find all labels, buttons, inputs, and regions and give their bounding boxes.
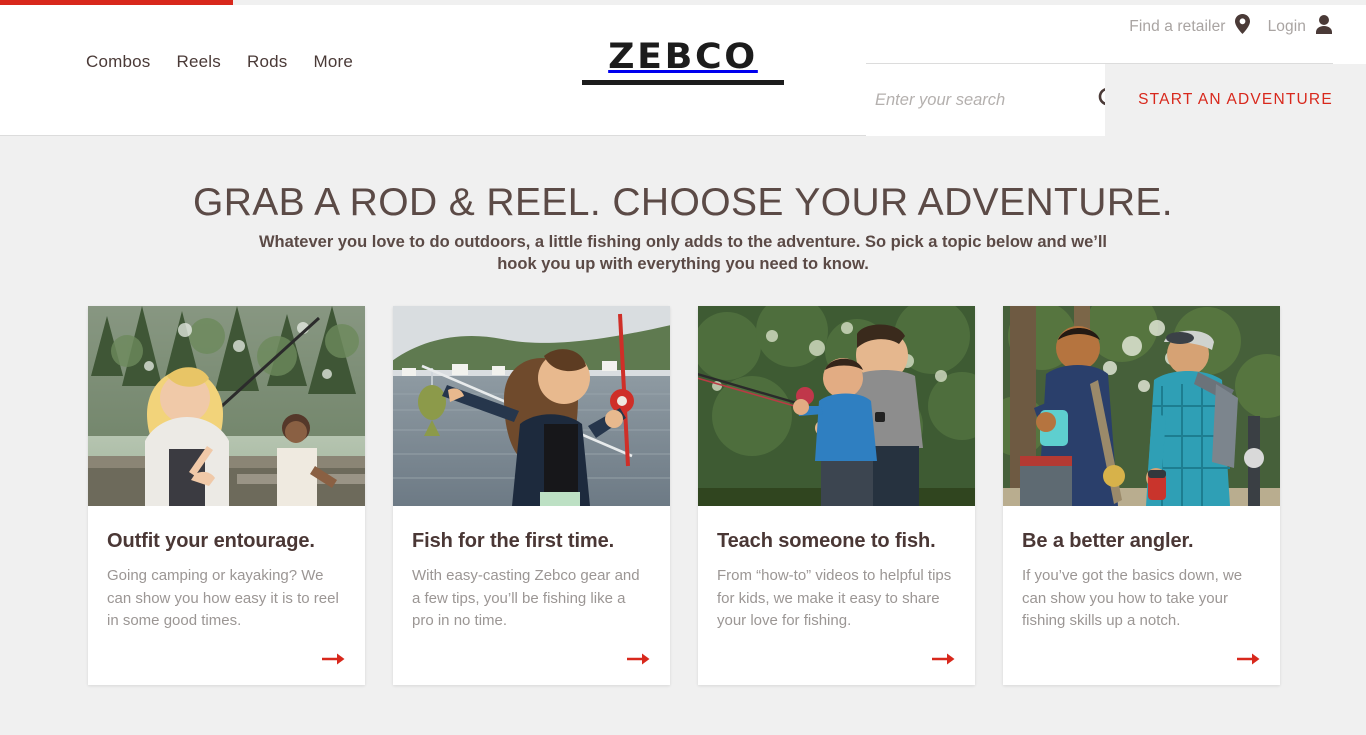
zebco-logo-rule	[582, 80, 784, 85]
card-image-outfit-your-entourage	[88, 306, 365, 506]
primary-nav: Combos Reels Rods More	[86, 52, 353, 72]
start-an-adventure-button[interactable]: START AN ADVENTURE	[1105, 64, 1366, 136]
user-icon	[1315, 14, 1333, 39]
zebco-wordmark: ZEBCO	[608, 37, 758, 77]
card-title: Fish for the first time.	[412, 530, 615, 552]
page-load-progress-fill	[0, 0, 233, 5]
site-header: Find a retailer Login Combos Reels Rods …	[0, 0, 1366, 136]
search-box[interactable]	[866, 64, 1122, 136]
card-description: From “how-to” videos to helpful tips for…	[717, 567, 952, 629]
search-input[interactable]	[875, 90, 1098, 110]
card-description: With easy-casting Zebco gear and a few t…	[412, 567, 640, 629]
find-a-retailer-link[interactable]: Find a retailer	[1129, 14, 1250, 39]
find-a-retailer-label: Find a retailer	[1129, 17, 1226, 35]
card-footer	[1003, 633, 1280, 685]
card-body: Outfit your entourage. Going camping or …	[88, 506, 365, 633]
card-body: Teach someone to fish. From “how-to” vid…	[698, 506, 975, 633]
card-description: Going camping or kayaking? We can show y…	[107, 567, 339, 629]
topic-card-grid: Outfit your entourage. Going camping or …	[88, 306, 1280, 685]
page-title: GRAB A ROD & REEL. CHOOSE YOUR ADVENTURE…	[192, 181, 1174, 224]
topic-card[interactable]: Teach someone to fish. From “how-to” vid…	[698, 306, 975, 685]
card-image-fish-for-the-first-time	[393, 306, 670, 506]
nav-link-more[interactable]: More	[313, 52, 353, 72]
card-title: Teach someone to fish.	[717, 530, 936, 552]
map-pin-icon	[1234, 14, 1250, 39]
card-body: Be a better angler. If you’ve got the ba…	[1003, 506, 1280, 633]
login-link[interactable]: Login	[1267, 14, 1333, 39]
card-footer	[393, 633, 670, 685]
card-image-teach-someone-to-fish	[698, 306, 975, 506]
card-description: If you’ve got the basics down, we can sh…	[1022, 567, 1243, 629]
nav-link-reels[interactable]: Reels	[177, 52, 221, 72]
card-footer	[88, 633, 365, 685]
card-title: Outfit your entourage.	[107, 530, 315, 552]
zebco-logo[interactable]: ZEBCO	[582, 40, 784, 85]
login-label: Login	[1267, 17, 1306, 35]
nav-link-combos[interactable]: Combos	[86, 52, 151, 72]
card-image-be-a-better-angler	[1003, 306, 1280, 506]
main-content: GRAB A ROD & REEL. CHOOSE YOUR ADVENTURE…	[0, 136, 1366, 735]
topic-card[interactable]: Outfit your entourage. Going camping or …	[88, 306, 365, 685]
topic-card[interactable]: Fish for the first time. With easy-casti…	[393, 306, 670, 685]
nav-link-rods[interactable]: Rods	[247, 52, 288, 72]
page-subtitle: Whatever you love to do outdoors, a litt…	[258, 233, 1108, 273]
arrow-right-icon[interactable]	[322, 652, 346, 666]
arrow-right-icon[interactable]	[932, 652, 956, 666]
card-footer	[698, 633, 975, 685]
topic-card[interactable]: Be a better angler. If you’ve got the ba…	[1003, 306, 1280, 685]
page-load-progress-track	[0, 0, 1366, 5]
card-body: Fish for the first time. With easy-casti…	[393, 506, 670, 633]
arrow-right-icon[interactable]	[1237, 652, 1261, 666]
utility-nav: Find a retailer Login	[1129, 14, 1333, 39]
arrow-right-icon[interactable]	[627, 652, 651, 666]
card-title: Be a better angler.	[1022, 530, 1194, 552]
